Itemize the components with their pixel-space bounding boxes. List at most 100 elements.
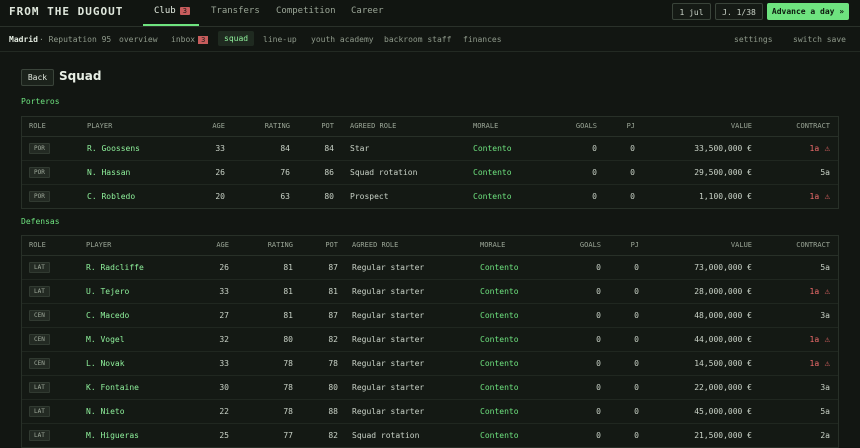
player-age: 30 — [219, 383, 229, 392]
table-row[interactable]: LAT M. Higueras 25 77 82 Squad rotation Conten… — [22, 424, 838, 447]
player-pj: 0 — [634, 359, 639, 368]
column-header-name[interactable]: PLAYER — [87, 122, 112, 130]
defenders-table: ROLE PLAYER AGE RATING POT AGREED ROLE MORALE G… — [21, 235, 839, 448]
player-goals: 0 — [596, 359, 601, 368]
matchday-display[interactable]: J. 1/38 — [715, 3, 763, 20]
player-morale: Contento — [480, 263, 519, 272]
table-row[interactable]: LAT K. Fontaine 30 78 80 Regular starter Conte… — [22, 376, 838, 400]
player-goals: 0 — [596, 311, 601, 320]
column-header-morale[interactable]: MORALE — [473, 122, 498, 130]
subnav-inbox[interactable]: inbox 3 — [171, 35, 209, 44]
subnav-finances[interactable]: finances — [463, 35, 502, 44]
player-role: Star — [350, 144, 370, 153]
settings-link[interactable]: settings — [734, 35, 773, 44]
player-pot: 86 — [324, 168, 334, 177]
contract-years: 5a — [820, 168, 830, 177]
club-name: Madrid — [9, 35, 38, 44]
column-header-goals[interactable]: GOALS — [571, 241, 601, 249]
table-row[interactable]: CEN C. Macedo 27 81 87 Regular starter Content… — [22, 304, 838, 328]
switch-save-link[interactable]: switch save — [793, 35, 846, 44]
player-rating: 81 — [283, 287, 293, 296]
player-role: Regular starter — [352, 359, 425, 368]
player-goals: 0 — [592, 192, 597, 201]
player-name[interactable]: M. Vogel — [86, 335, 125, 344]
player-pj: 0 — [634, 311, 639, 320]
player-role: Regular starter — [352, 335, 425, 344]
player-rating: 77 — [283, 431, 293, 440]
column-header-pot[interactable]: POT — [304, 122, 334, 130]
column-header-contract[interactable]: CONTRACT — [782, 122, 830, 130]
player-value: 33,500,000 € — [694, 144, 752, 153]
player-name[interactable]: C. Macedo — [86, 311, 129, 320]
table-row[interactable]: POR R. Goossens 33 84 84 Star Contento 0 0 33,500… — [22, 137, 838, 161]
player-name[interactable]: R. Goossens — [87, 144, 140, 153]
column-header-goals[interactable]: GOALS — [567, 122, 597, 130]
player-rating: 63 — [280, 192, 290, 201]
player-rating: 81 — [283, 311, 293, 320]
table-row[interactable]: LAT U. Tejero 33 81 81 Regular starter Content… — [22, 280, 838, 304]
player-contract: 5a — [782, 263, 830, 272]
table-row[interactable]: CEN M. Vogel 32 80 82 Regular starter Contento… — [22, 328, 838, 352]
column-header-contract[interactable]: CONTRACT — [782, 241, 830, 249]
player-morale: Contento — [473, 192, 512, 201]
table-row[interactable]: POR C. Robledo 20 63 80 Prospect Contento 0 0 1,1… — [22, 185, 838, 208]
top-bar: FROM THE DUGOUT Club 3 Transfers Competit… — [0, 0, 860, 27]
player-goals: 0 — [596, 335, 601, 344]
column-header-pos[interactable]: ROLE — [29, 122, 46, 130]
advance-day-button[interactable]: Advance a day » — [767, 3, 849, 20]
column-header-value[interactable]: VALUE — [682, 122, 752, 130]
table-row[interactable]: CEN L. Novak 33 78 78 Regular starter Contento… — [22, 352, 838, 376]
column-header-role[interactable]: AGREED ROLE — [352, 241, 398, 249]
tab-transfers[interactable]: Transfers — [211, 6, 260, 16]
player-name[interactable]: R. Radcliffe — [86, 263, 144, 272]
column-header-age[interactable]: AGE — [209, 241, 229, 249]
column-header-morale[interactable]: MORALE — [480, 241, 505, 249]
player-name[interactable]: L. Novak — [86, 359, 125, 368]
player-contract: 1a ⚠ — [782, 335, 830, 345]
subnav-backroom-staff[interactable]: backroom staff — [384, 35, 451, 44]
player-goals: 0 — [596, 263, 601, 272]
column-header-pj[interactable]: PJ — [624, 241, 639, 249]
player-name[interactable]: K. Fontaine — [86, 383, 139, 392]
subnav-squad[interactable]: squad — [218, 31, 255, 46]
player-role: Regular starter — [352, 263, 425, 272]
subnav-youth-academy[interactable]: youth academy — [311, 35, 374, 44]
date-display[interactable]: 1 jul — [672, 3, 711, 20]
table-row[interactable]: LAT R. Radcliffe 26 81 87 Regular starter Cont… — [22, 256, 838, 280]
player-pot: 80 — [328, 383, 338, 392]
player-morale: Contento — [480, 311, 519, 320]
column-header-pos[interactable]: ROLE — [29, 241, 46, 249]
player-age: 20 — [215, 192, 225, 201]
player-pot: 84 — [324, 144, 334, 153]
column-header-pj[interactable]: PJ — [620, 122, 635, 130]
column-header-value[interactable]: VALUE — [682, 241, 752, 249]
inbox-badge: 3 — [198, 36, 209, 44]
tab-club[interactable]: Club 3 — [154, 6, 190, 16]
player-name[interactable]: M. Higueras — [86, 431, 139, 440]
player-name[interactable]: N. Hassan — [87, 168, 130, 177]
table-row[interactable]: LAT N. Nieto 22 78 88 Regular starter Contento… — [22, 400, 838, 424]
column-header-role[interactable]: AGREED ROLE — [350, 122, 396, 130]
player-goals: 0 — [592, 144, 597, 153]
player-name[interactable]: C. Robledo — [87, 192, 135, 201]
player-goals: 0 — [596, 287, 601, 296]
column-header-name[interactable]: PLAYER — [86, 241, 111, 249]
player-name[interactable]: U. Tejero — [86, 287, 129, 296]
player-contract: 1a ⚠ — [782, 287, 830, 297]
column-header-rating[interactable]: RATING — [252, 122, 290, 130]
column-header-age[interactable]: AGE — [205, 122, 225, 130]
column-header-rating[interactable]: RATING — [255, 241, 293, 249]
tab-career[interactable]: Career — [351, 6, 384, 16]
position-badge: LAT — [29, 430, 50, 441]
table-row[interactable]: POR N. Hassan 26 76 86 Squad rotation Contento… — [22, 161, 838, 185]
player-rating: 78 — [283, 359, 293, 368]
contract-years: 3a — [820, 383, 830, 392]
player-age: 33 — [219, 287, 229, 296]
subnav-line-up[interactable]: line-up — [263, 35, 297, 44]
tab-competition[interactable]: Competition — [276, 6, 336, 16]
player-role: Squad rotation — [350, 168, 418, 177]
player-name[interactable]: N. Nieto — [86, 407, 125, 416]
back-button[interactable]: Back — [21, 69, 54, 86]
subnav-overview[interactable]: overview — [119, 35, 158, 44]
column-header-pot[interactable]: POT — [308, 241, 338, 249]
